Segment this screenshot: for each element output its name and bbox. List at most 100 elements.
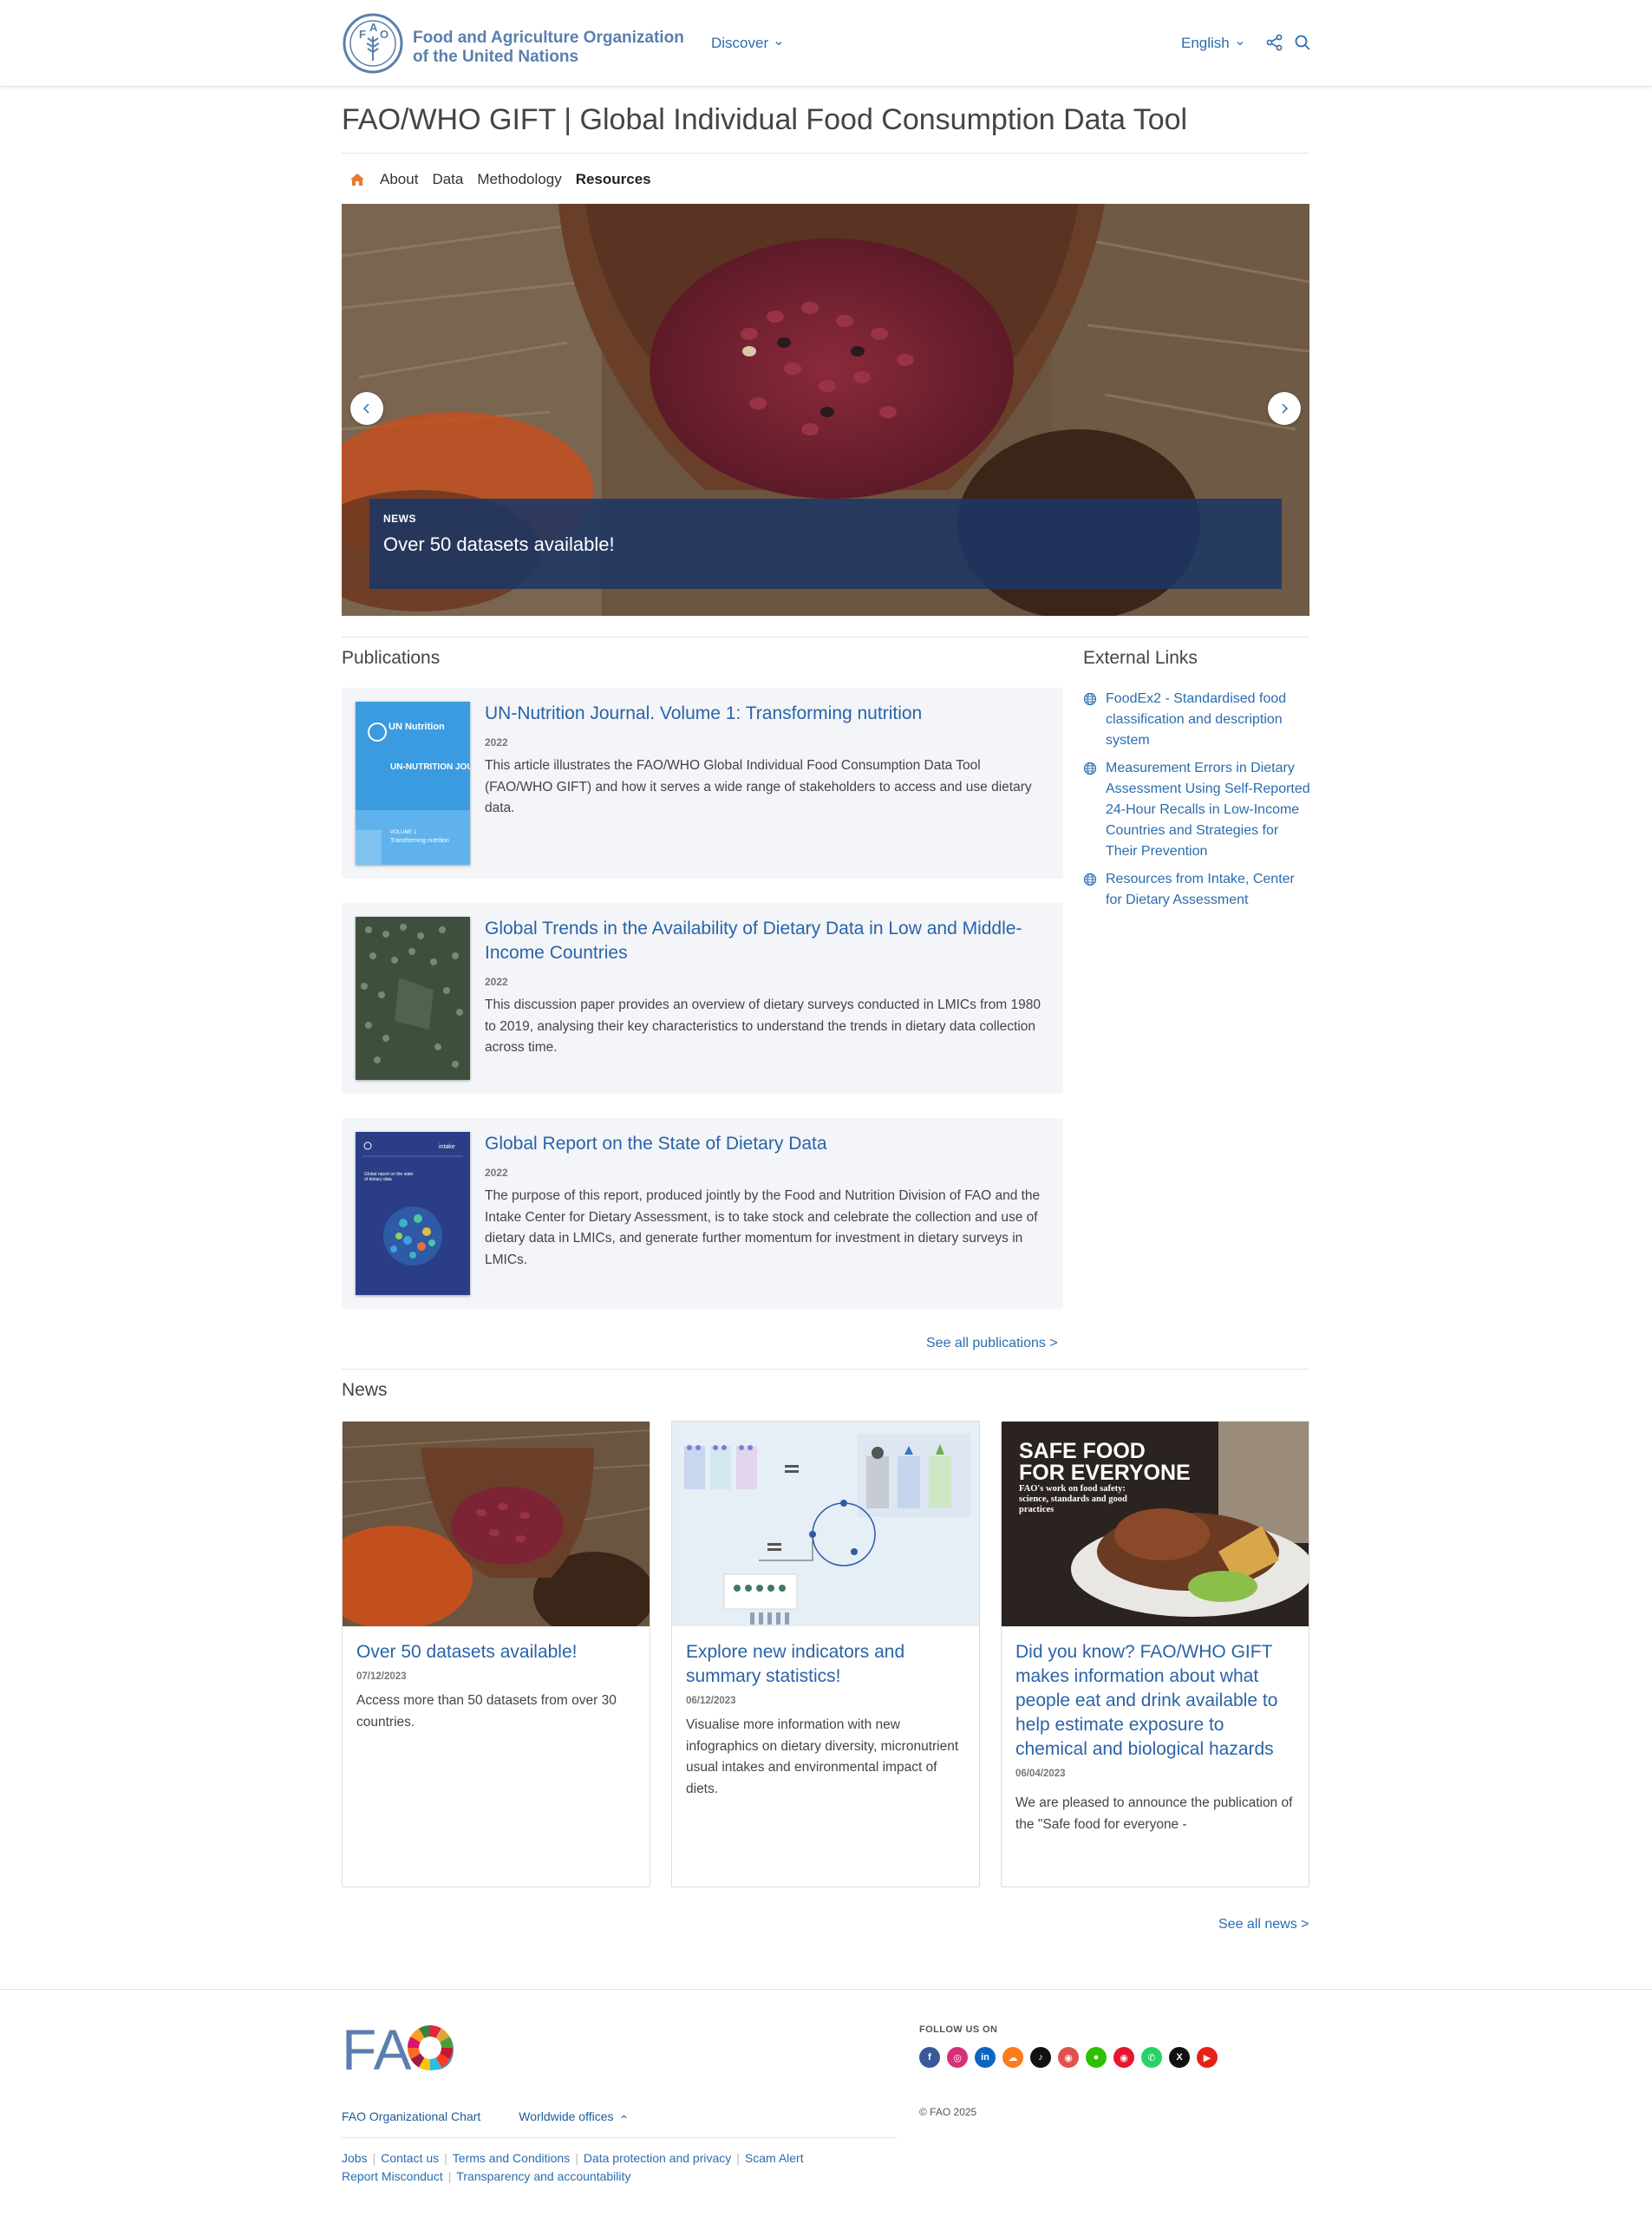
hero-carousel: NEWS Over 50 datasets available! bbox=[342, 204, 1309, 616]
footer-link-terms[interactable]: Terms and Conditions bbox=[453, 2151, 570, 2165]
footer-link-report-misconduct[interactable]: Report Misconduct bbox=[342, 2169, 443, 2183]
share-icon[interactable] bbox=[1265, 33, 1284, 52]
news-date: 07/12/2023 bbox=[356, 1671, 407, 1682]
footer-divider bbox=[342, 2137, 897, 2138]
home-icon[interactable] bbox=[349, 171, 366, 188]
footer-link-scam-alert[interactable]: Scam Alert bbox=[745, 2151, 804, 2165]
publication-title[interactable]: Global Trends in the Availability of Die… bbox=[485, 917, 1040, 965]
org-name-line1: Food and Agriculture Organization bbox=[413, 29, 684, 47]
news-image bbox=[343, 1422, 650, 1626]
fao-logo[interactable]: FAO bbox=[342, 2021, 459, 2075]
tiktok-icon[interactable]: ♪ bbox=[1030, 2047, 1051, 2068]
carousel-next-button[interactable] bbox=[1268, 392, 1301, 425]
publication-cover: intake Global report on the state of die… bbox=[356, 1132, 470, 1295]
news-title[interactable]: Explore new indicators and summary stati… bbox=[686, 1640, 965, 1689]
external-link[interactable]: Resources from Intake, Center for Dietar… bbox=[1083, 869, 1310, 911]
weibo-red-icon[interactable]: ◉ bbox=[1113, 2047, 1134, 2068]
hero-headline: Over 50 datasets available! bbox=[383, 533, 615, 555]
publication-title[interactable]: Global Report on the State of Dietary Da… bbox=[485, 1132, 1040, 1156]
publication-year: 2022 bbox=[485, 976, 508, 988]
discover-menu[interactable]: Discover bbox=[711, 35, 783, 52]
publication-card[interactable]: intake Global report on the state of die… bbox=[342, 1118, 1063, 1309]
footer-secondary-links: Jobs | Contact us | Terms and Conditions | Dat… bbox=[342, 2151, 804, 2183]
section-divider bbox=[342, 1369, 1309, 1370]
svg-text:A: A bbox=[369, 21, 378, 34]
globe-icon bbox=[1083, 692, 1097, 706]
language-selector[interactable]: English bbox=[1181, 35, 1244, 52]
tab-data[interactable]: Data bbox=[432, 171, 463, 188]
news-title[interactable]: Over 50 datasets available! bbox=[356, 1640, 636, 1664]
footer-link-contact[interactable]: Contact us bbox=[381, 2151, 439, 2165]
search-icon[interactable] bbox=[1293, 33, 1312, 52]
instagram-icon[interactable]: ◎ bbox=[947, 2047, 968, 2068]
footer-link-privacy[interactable]: Data protection and privacy bbox=[584, 2151, 731, 2165]
weibo-icon[interactable]: ◉ bbox=[1058, 2047, 1079, 2068]
cover-subtitle: Transforming nutrition bbox=[390, 838, 449, 844]
chevron-right-icon bbox=[1282, 403, 1289, 414]
chevron-down-icon bbox=[775, 42, 782, 46]
chevron-left-icon bbox=[362, 403, 369, 414]
org-name-line2: of the United Nations bbox=[413, 48, 579, 66]
publication-cover: UN Nutrition UN-NUTRITION JOURNAL VOLUME… bbox=[356, 702, 470, 865]
publication-description: This article illustrates the FAO/WHO Glo… bbox=[485, 758, 1032, 815]
news-card[interactable]: SAFE FOOD FOR EVERYONE FAO's work on foo… bbox=[1001, 1421, 1309, 1887]
youtube-icon[interactable]: ▶ bbox=[1197, 2047, 1218, 2068]
publication-description: The purpose of this report, produced joi… bbox=[485, 1188, 1041, 1267]
org-chart-link[interactable]: FAO Organizational Chart bbox=[342, 2109, 480, 2123]
globe-icon bbox=[1083, 762, 1097, 775]
chevron-up-icon bbox=[620, 2114, 627, 2118]
facebook-icon[interactable]: f bbox=[919, 2047, 940, 2068]
wechat-icon[interactable]: ● bbox=[1086, 2047, 1107, 2068]
news-date: 06/12/2023 bbox=[686, 1696, 736, 1706]
news-image bbox=[672, 1422, 979, 1626]
news-date: 06/04/2023 bbox=[1015, 1769, 1066, 1779]
hero-tag: NEWS bbox=[383, 513, 416, 525]
publication-year: 2022 bbox=[485, 1167, 508, 1179]
publications-heading: Publications bbox=[342, 648, 441, 668]
page-title: FAO/WHO GIFT | Global Individual Food Co… bbox=[342, 103, 1188, 136]
linkedin-icon[interactable]: in bbox=[975, 2047, 996, 2068]
footer-link-transparency[interactable]: Transparency and accountability bbox=[456, 2169, 630, 2183]
soundcloud-icon[interactable]: ☁ bbox=[1002, 2047, 1023, 2068]
publication-card[interactable]: UN Nutrition UN-NUTRITION JOURNAL VOLUME… bbox=[342, 688, 1063, 879]
external-link[interactable]: Measurement Errors in Dietary Assessment… bbox=[1083, 758, 1310, 862]
publication-card[interactable]: Global Trends in the Availability of Die… bbox=[342, 903, 1063, 1094]
publication-title[interactable]: UN-Nutrition Journal. Volume 1: Transfor… bbox=[485, 702, 1040, 726]
see-all-publications-link[interactable]: See all publications > bbox=[926, 1336, 1058, 1351]
globe-icon bbox=[1083, 873, 1097, 886]
external-links-list: FoodEx2 - Standardised food classificati… bbox=[1083, 689, 1310, 918]
site-footer bbox=[0, 1989, 1652, 2230]
whatsapp-icon[interactable]: ✆ bbox=[1141, 2047, 1162, 2068]
follow-us-label: FOLLOW US ON bbox=[919, 2024, 998, 2035]
news-card[interactable]: Over 50 datasets available! 07/12/2023 A… bbox=[342, 1421, 650, 1887]
worldwide-offices-link[interactable]: Worldwide offices bbox=[519, 2109, 627, 2123]
news-image: SAFE FOOD FOR EVERYONE FAO's work on foo… bbox=[1002, 1422, 1309, 1626]
cover-brand: intake bbox=[439, 1144, 455, 1150]
svg-text:O: O bbox=[380, 28, 389, 41]
tab-about[interactable]: About bbox=[380, 171, 418, 188]
news-description: We are pleased to announce the publicati… bbox=[1015, 1795, 1293, 1832]
image-subhead: FAO's work on food safety: science, stan… bbox=[1019, 1484, 1127, 1514]
chevron-down-icon bbox=[1237, 42, 1244, 46]
see-all-news-link[interactable]: See all news > bbox=[1218, 1917, 1309, 1932]
carousel-prev-button[interactable] bbox=[350, 392, 383, 425]
copyright: © FAO 2025 bbox=[919, 2106, 977, 2118]
external-link[interactable]: FoodEx2 - Standardised food classificati… bbox=[1083, 689, 1310, 751]
tab-methodology[interactable]: Methodology bbox=[477, 171, 561, 188]
svg-text:F: F bbox=[359, 28, 366, 41]
x-icon[interactable]: X bbox=[1169, 2047, 1190, 2068]
footer-link-jobs[interactable]: Jobs bbox=[342, 2151, 368, 2165]
discover-label: Discover bbox=[711, 35, 769, 51]
org-name[interactable]: Food and Agriculture Organization of the… bbox=[413, 29, 684, 67]
hero-caption[interactable]: NEWS Over 50 datasets available! bbox=[369, 499, 1282, 589]
news-card[interactable]: Explore new indicators and summary stati… bbox=[671, 1421, 980, 1887]
cover-heading: UN-NUTRITION JOURNAL bbox=[390, 762, 470, 772]
cover-brand: UN Nutrition bbox=[389, 722, 445, 732]
external-link-label: Resources from Intake, Center for Dietar… bbox=[1106, 872, 1295, 907]
tab-resources[interactable]: Resources bbox=[576, 171, 651, 188]
fao-emblem-icon[interactable]: F A O bbox=[342, 12, 404, 75]
language-label: English bbox=[1181, 35, 1230, 51]
news-title[interactable]: Did you know? FAO/WHO GIFT makes informa… bbox=[1015, 1640, 1295, 1762]
social-links: f ◎ in ☁ ♪ ◉ ● ◉ ✆ X ▶ bbox=[919, 2047, 1218, 2068]
section-divider bbox=[342, 637, 1309, 638]
